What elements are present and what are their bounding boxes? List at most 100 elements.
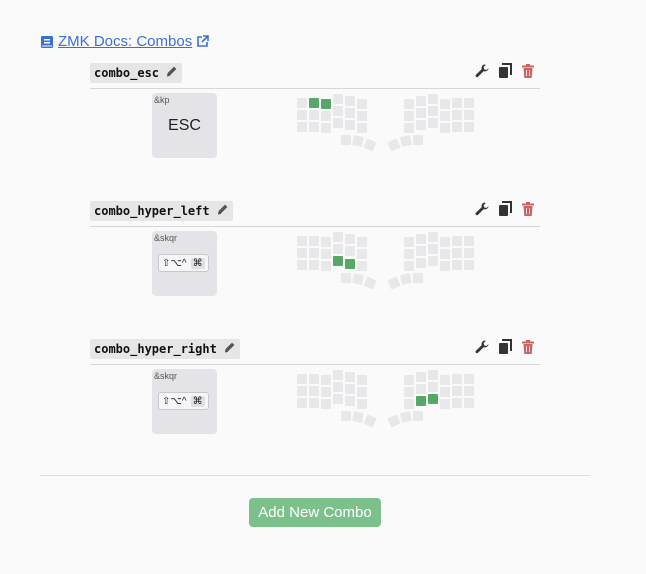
key-position[interactable] bbox=[321, 387, 331, 397]
combo-name-tag[interactable]: combo_hyper_right bbox=[90, 339, 240, 359]
key-position[interactable] bbox=[363, 138, 377, 152]
key-position[interactable] bbox=[363, 414, 377, 428]
key-position[interactable] bbox=[341, 135, 351, 145]
key-position[interactable] bbox=[333, 106, 343, 116]
key-position[interactable] bbox=[440, 99, 450, 109]
key-position[interactable] bbox=[333, 370, 343, 380]
trash-icon[interactable] bbox=[520, 201, 536, 217]
key-position[interactable] bbox=[321, 249, 331, 259]
pencil-icon[interactable] bbox=[216, 203, 229, 219]
wrench-icon[interactable] bbox=[474, 201, 490, 217]
key-position[interactable] bbox=[309, 98, 319, 108]
binding-key[interactable]: &skqr ⇧⌥^ ⌘ bbox=[152, 369, 217, 434]
key-position[interactable] bbox=[404, 123, 414, 133]
key-position[interactable] bbox=[416, 108, 426, 118]
key-position[interactable] bbox=[464, 386, 474, 396]
key-position[interactable] bbox=[333, 244, 343, 254]
key-position[interactable] bbox=[345, 396, 355, 406]
key-position[interactable] bbox=[297, 260, 307, 270]
key-position[interactable] bbox=[309, 374, 319, 384]
key-position[interactable] bbox=[452, 236, 462, 246]
key-position[interactable] bbox=[297, 122, 307, 132]
key-position[interactable] bbox=[321, 111, 331, 121]
key-position[interactable] bbox=[321, 123, 331, 133]
pencil-icon[interactable] bbox=[165, 65, 178, 81]
key-position[interactable] bbox=[333, 94, 343, 104]
key-position[interactable] bbox=[297, 248, 307, 258]
key-position[interactable] bbox=[428, 394, 438, 404]
key-position[interactable] bbox=[387, 414, 401, 428]
key-position[interactable] bbox=[452, 398, 462, 408]
key-position[interactable] bbox=[387, 276, 401, 290]
wrench-icon[interactable] bbox=[474, 339, 490, 355]
key-position[interactable] bbox=[440, 249, 450, 259]
key-position[interactable] bbox=[464, 98, 474, 108]
binding-key[interactable]: &skqr ⇧⌥^ ⌘ bbox=[152, 231, 217, 296]
key-position[interactable] bbox=[416, 396, 426, 406]
key-position[interactable] bbox=[440, 261, 450, 271]
key-position[interactable] bbox=[345, 108, 355, 118]
key-position[interactable] bbox=[413, 135, 423, 145]
key-position[interactable] bbox=[416, 384, 426, 394]
key-position[interactable] bbox=[452, 260, 462, 270]
key-position[interactable] bbox=[345, 372, 355, 382]
key-position[interactable] bbox=[413, 273, 423, 283]
key-position[interactable] bbox=[452, 98, 462, 108]
copy-icon[interactable] bbox=[497, 339, 513, 355]
combo-name-tag[interactable]: combo_hyper_left bbox=[90, 201, 233, 221]
key-position[interactable] bbox=[440, 237, 450, 247]
key-position[interactable] bbox=[416, 120, 426, 130]
key-position[interactable] bbox=[428, 370, 438, 380]
binding-key[interactable]: &kp ESC bbox=[152, 93, 217, 158]
key-position[interactable] bbox=[464, 248, 474, 258]
key-position[interactable] bbox=[357, 387, 367, 397]
key-position[interactable] bbox=[404, 237, 414, 247]
key-position[interactable] bbox=[428, 118, 438, 128]
key-position[interactable] bbox=[404, 261, 414, 271]
key-position[interactable] bbox=[352, 135, 364, 147]
key-position[interactable] bbox=[440, 123, 450, 133]
key-position[interactable] bbox=[297, 236, 307, 246]
key-position[interactable] bbox=[309, 236, 319, 246]
key-position[interactable] bbox=[297, 374, 307, 384]
key-position[interactable] bbox=[404, 99, 414, 109]
key-position[interactable] bbox=[345, 384, 355, 394]
zmk-docs-link[interactable]: ZMK Docs: Combos bbox=[40, 33, 210, 50]
key-position[interactable] bbox=[333, 394, 343, 404]
key-position[interactable] bbox=[345, 234, 355, 244]
key-position[interactable] bbox=[357, 237, 367, 247]
key-position[interactable] bbox=[416, 96, 426, 106]
key-position[interactable] bbox=[428, 94, 438, 104]
key-position[interactable] bbox=[321, 237, 331, 247]
key-position[interactable] bbox=[400, 135, 412, 147]
key-position[interactable] bbox=[357, 99, 367, 109]
key-position[interactable] bbox=[428, 256, 438, 266]
key-position[interactable] bbox=[413, 411, 423, 421]
copy-icon[interactable] bbox=[497, 201, 513, 217]
key-position[interactable] bbox=[357, 375, 367, 385]
key-position[interactable] bbox=[464, 260, 474, 270]
key-position[interactable] bbox=[452, 386, 462, 396]
key-position[interactable] bbox=[416, 372, 426, 382]
key-position[interactable] bbox=[428, 382, 438, 392]
key-position[interactable] bbox=[309, 248, 319, 258]
wrench-icon[interactable] bbox=[474, 63, 490, 79]
key-position[interactable] bbox=[333, 118, 343, 128]
key-position[interactable] bbox=[352, 273, 364, 285]
key-position[interactable] bbox=[309, 398, 319, 408]
key-position[interactable] bbox=[309, 260, 319, 270]
key-position[interactable] bbox=[321, 375, 331, 385]
key-position[interactable] bbox=[440, 399, 450, 409]
key-position[interactable] bbox=[452, 374, 462, 384]
key-position[interactable] bbox=[345, 246, 355, 256]
key-position[interactable] bbox=[309, 386, 319, 396]
key-position[interactable] bbox=[440, 387, 450, 397]
key-position[interactable] bbox=[440, 111, 450, 121]
key-position[interactable] bbox=[428, 106, 438, 116]
key-position[interactable] bbox=[416, 234, 426, 244]
key-position[interactable] bbox=[428, 244, 438, 254]
key-position[interactable] bbox=[345, 259, 355, 269]
key-position[interactable] bbox=[464, 122, 474, 132]
key-position[interactable] bbox=[416, 258, 426, 268]
key-position[interactable] bbox=[416, 246, 426, 256]
